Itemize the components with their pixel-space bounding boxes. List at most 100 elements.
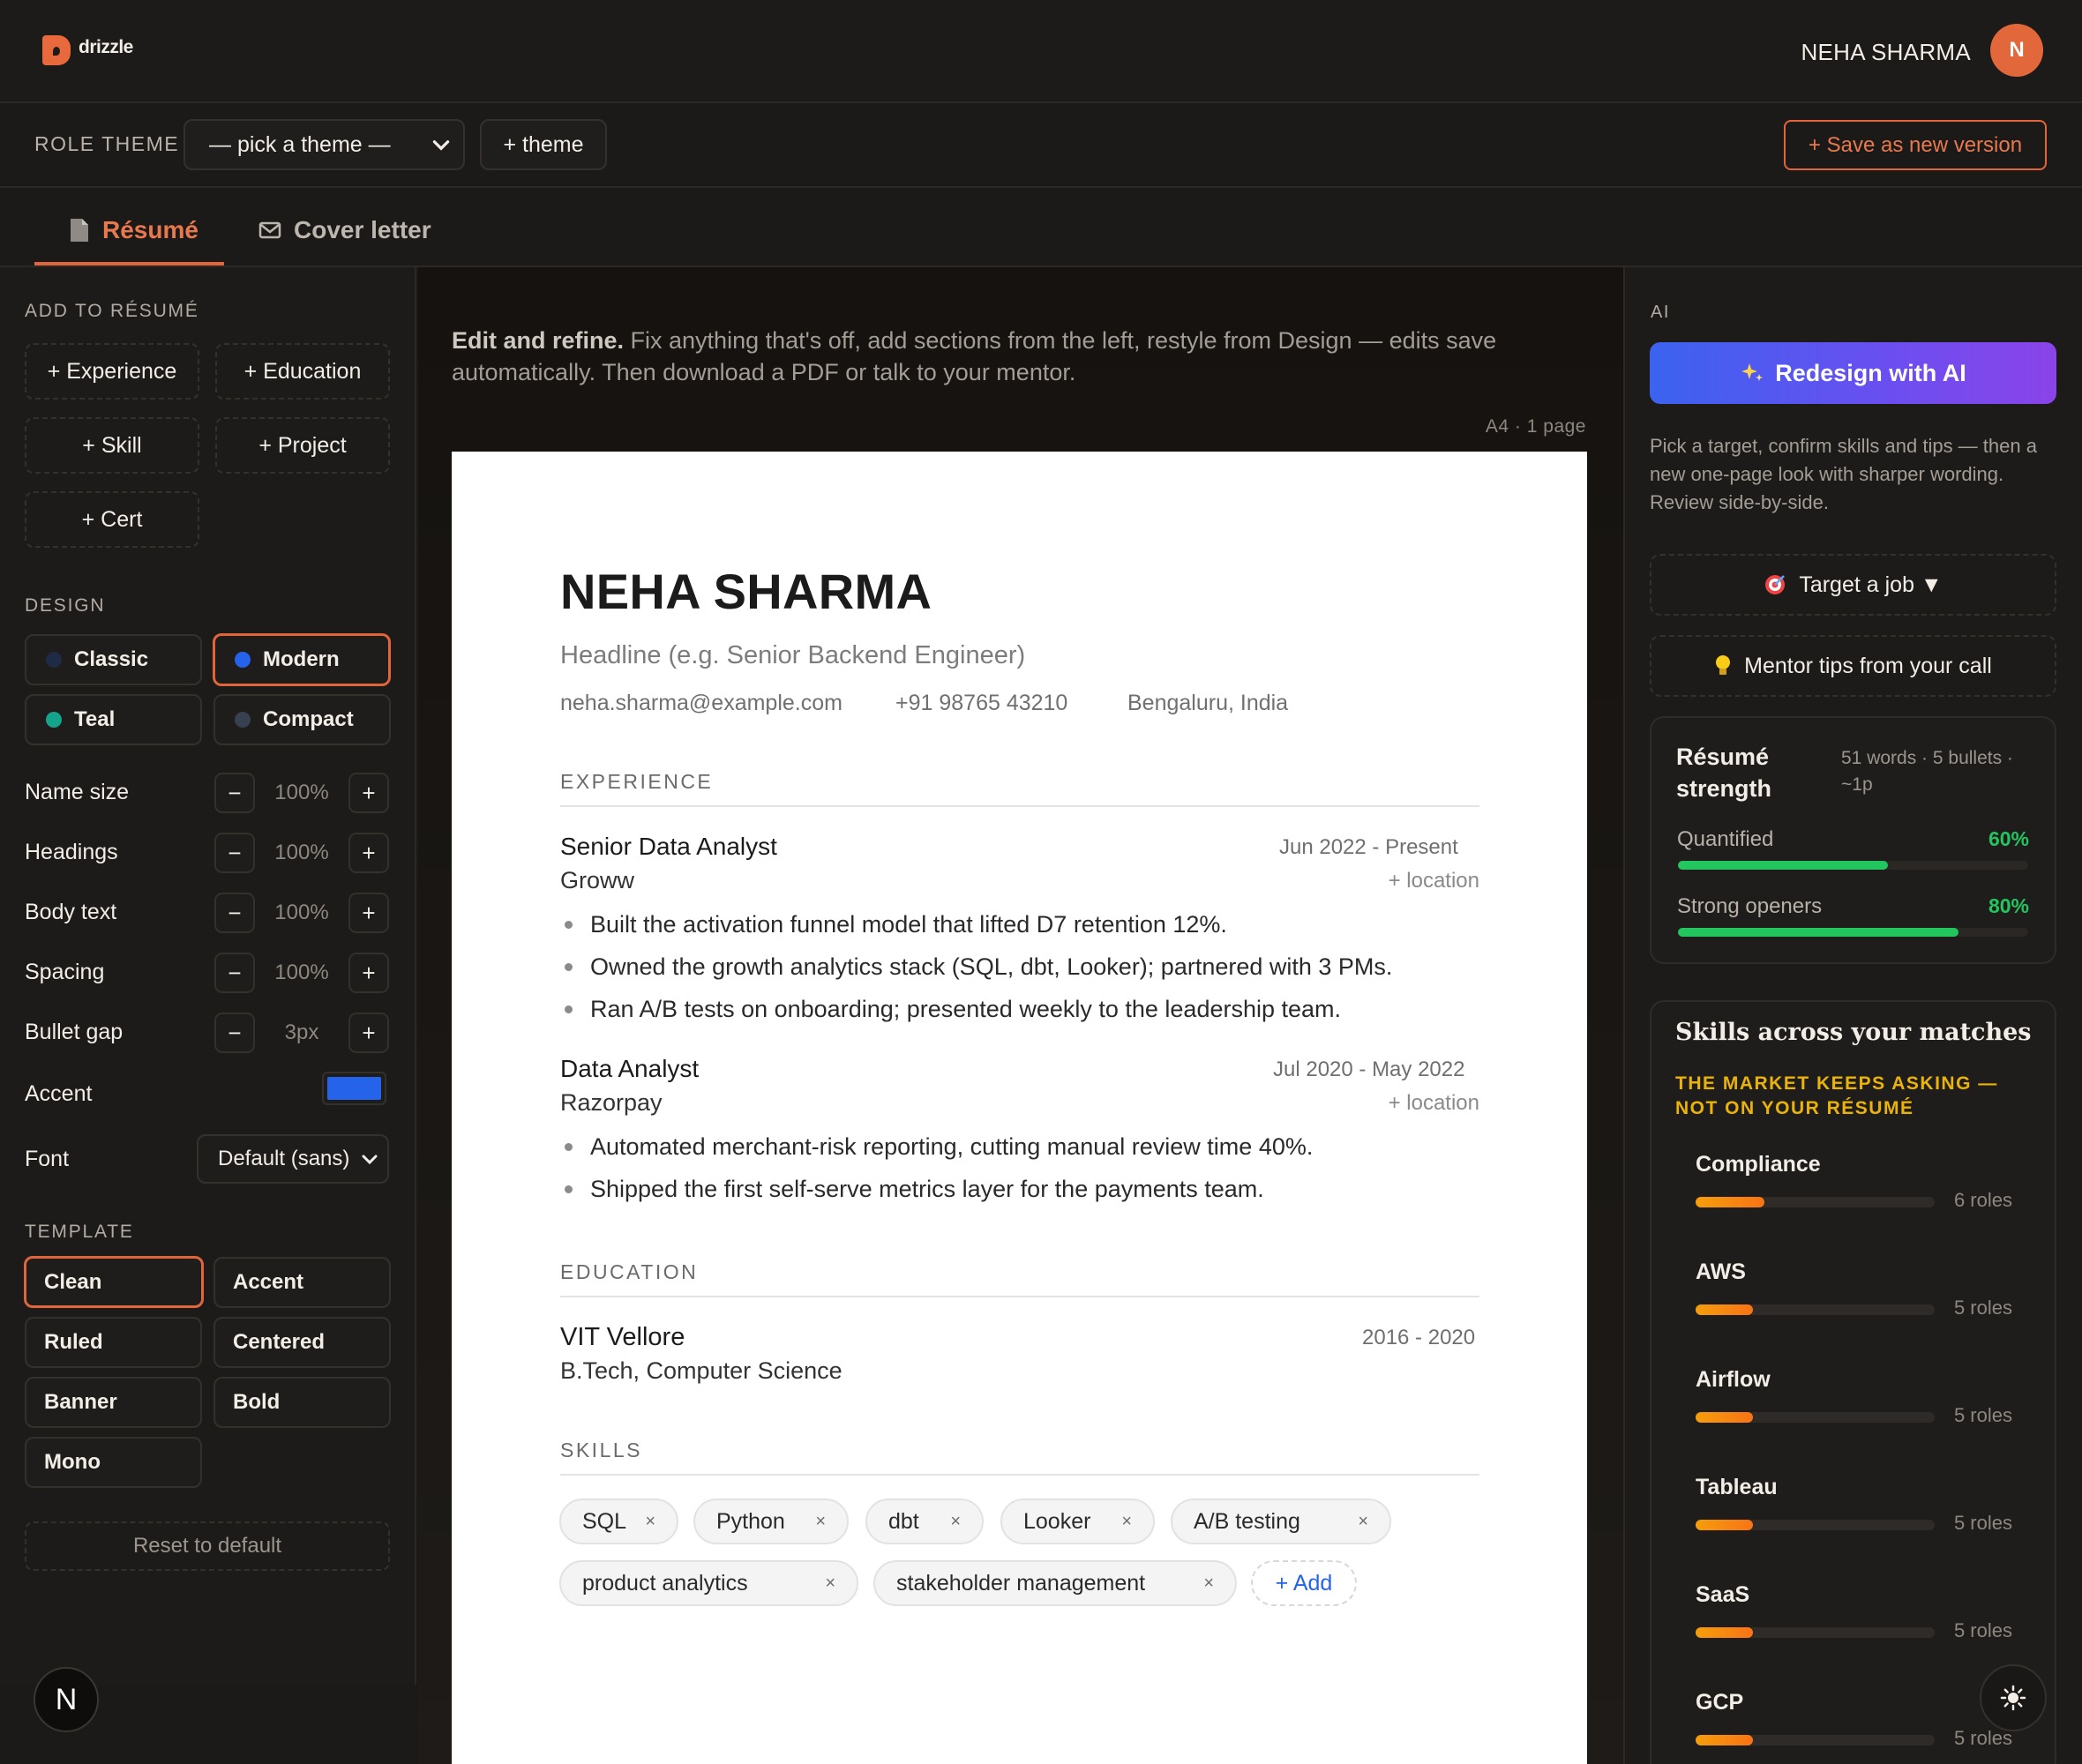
resume-headline-field[interactable]: Headline (e.g. Senior Backend Engineer) bbox=[560, 641, 1025, 670]
skill-gap-bar bbox=[1696, 1735, 1935, 1745]
skill-chip[interactable]: SQL × bbox=[559, 1499, 678, 1544]
brand-name[interactable]: drizzle bbox=[79, 37, 133, 58]
skill-chip[interactable]: stakeholder management × bbox=[873, 1560, 1237, 1606]
template-mono-button[interactable]: Mono bbox=[25, 1437, 202, 1488]
job-role[interactable]: Data Analyst bbox=[560, 1055, 699, 1083]
mail-icon bbox=[258, 221, 281, 239]
close-icon[interactable]: × bbox=[815, 1512, 826, 1532]
template-label: TEMPLATE bbox=[25, 1222, 134, 1242]
theme-toggle-sun-icon[interactable] bbox=[1980, 1664, 2047, 1731]
theme-select[interactable]: — pick a theme — bbox=[183, 119, 465, 170]
job-dates[interactable]: Jul 2020 - May 2022 bbox=[1273, 1058, 1464, 1082]
skill-chip[interactable]: Python × bbox=[693, 1499, 849, 1544]
reset-to-default-button[interactable]: Reset to default bbox=[25, 1521, 390, 1571]
skill-gap-bar bbox=[1696, 1520, 1935, 1530]
body-text-increase-button[interactable]: + bbox=[348, 893, 389, 933]
spacing-value: 100% bbox=[274, 960, 329, 984]
add-to-resume-label: ADD TO RÉSUMÉ bbox=[25, 301, 199, 321]
education-dates[interactable]: 2016 - 2020 bbox=[1362, 1326, 1475, 1350]
template-ruled-button[interactable]: Ruled bbox=[25, 1317, 202, 1368]
close-icon[interactable]: × bbox=[1203, 1573, 1214, 1594]
job-company[interactable]: Razorpay bbox=[560, 1089, 663, 1117]
name-size-increase-button[interactable]: + bbox=[348, 773, 389, 813]
education-school[interactable]: VIT Vellore bbox=[560, 1323, 685, 1352]
job-role[interactable]: Senior Data Analyst bbox=[560, 833, 777, 861]
job-bullet[interactable]: Shipped the first self-serve metrics lay… bbox=[565, 1176, 1264, 1203]
target-job-button[interactable]: Target a job ▼ bbox=[1650, 554, 2056, 616]
close-icon[interactable]: × bbox=[1121, 1512, 1132, 1532]
job-bullet[interactable]: Built the activation funnel model that l… bbox=[565, 911, 1227, 938]
name-size-decrease-button[interactable]: − bbox=[214, 773, 255, 813]
add-experience-button[interactable]: + Experience bbox=[25, 343, 199, 400]
skill-chip-label: dbt bbox=[888, 1508, 919, 1534]
skill-gap-bar bbox=[1696, 1197, 1935, 1207]
job-dates[interactable]: Jun 2022 - Present bbox=[1279, 835, 1458, 860]
redesign-with-ai-button[interactable]: Redesign with AI bbox=[1650, 342, 2056, 404]
job-location-field[interactable]: + location bbox=[1389, 1091, 1479, 1116]
job-bullet[interactable]: Owned the growth analytics stack (SQL, d… bbox=[565, 953, 1392, 981]
skill-gap-bar-fill bbox=[1696, 1412, 1753, 1423]
close-icon[interactable]: × bbox=[1358, 1512, 1368, 1532]
section-divider bbox=[560, 1474, 1479, 1476]
design-teal-button[interactable]: Teal bbox=[25, 694, 202, 745]
template-accent-button[interactable]: Accent bbox=[213, 1257, 391, 1308]
tab-cover-letter[interactable]: Cover letter bbox=[258, 216, 431, 244]
job-location-field[interactable]: + location bbox=[1389, 869, 1479, 893]
skill-chip[interactable]: Looker × bbox=[1000, 1499, 1155, 1544]
skill-chip[interactable]: dbt × bbox=[865, 1499, 984, 1544]
resume-location[interactable]: Bengaluru, India bbox=[1127, 691, 1288, 716]
job-bullet[interactable]: Automated merchant-risk reporting, cutti… bbox=[565, 1133, 1313, 1161]
section-divider bbox=[560, 805, 1479, 807]
resume-email[interactable]: neha.sharma@example.com bbox=[560, 691, 843, 716]
template-centered-button[interactable]: Centered bbox=[213, 1317, 391, 1368]
skill-chip[interactable]: product analytics × bbox=[559, 1560, 858, 1606]
job-bullet[interactable]: Ran A/B tests on onboarding; presented w… bbox=[565, 996, 1341, 1023]
body-text-value: 100% bbox=[274, 901, 329, 924]
design-compact-button[interactable]: Compact bbox=[213, 694, 391, 745]
drizzle-logo-icon[interactable] bbox=[42, 35, 71, 65]
sparkles-icon bbox=[1741, 363, 1764, 381]
sun-icon bbox=[2000, 1685, 2026, 1711]
design-label: DESIGN bbox=[25, 595, 106, 616]
close-icon[interactable]: × bbox=[825, 1573, 835, 1594]
education-degree[interactable]: B.Tech, Computer Science bbox=[560, 1357, 843, 1385]
add-skill-button[interactable]: + Skill bbox=[25, 417, 199, 474]
metric-quantified-value: 60% bbox=[1988, 827, 2029, 850]
add-project-button[interactable]: + Project bbox=[215, 417, 390, 474]
design-modern-button[interactable]: Modern bbox=[213, 633, 391, 686]
bullet-gap-increase-button[interactable]: + bbox=[348, 1013, 389, 1053]
job-company[interactable]: Groww bbox=[560, 867, 634, 894]
tab-resume[interactable]: Résumé bbox=[69, 216, 198, 244]
skill-gap-name: GCP bbox=[1696, 1690, 1744, 1715]
n-badge-button[interactable]: N bbox=[34, 1667, 99, 1732]
spacing-decrease-button[interactable]: − bbox=[214, 953, 255, 993]
skill-gap-bar-fill bbox=[1696, 1197, 1764, 1207]
headings-increase-button[interactable]: + bbox=[348, 833, 389, 873]
add-education-button[interactable]: + Education bbox=[215, 343, 390, 400]
design-classic-button[interactable]: Classic bbox=[25, 634, 202, 685]
font-select[interactable]: Default (sans) bbox=[197, 1134, 389, 1184]
add-skill-chip-button[interactable]: + Add bbox=[1251, 1560, 1357, 1606]
accent-color-picker[interactable] bbox=[322, 1072, 386, 1105]
bullet-text: Ran A/B tests on onboarding; presented w… bbox=[590, 996, 1342, 1022]
resume-phone[interactable]: +91 98765 43210 bbox=[895, 691, 1067, 716]
body-text-decrease-button[interactable]: − bbox=[214, 893, 255, 933]
headings-decrease-button[interactable]: − bbox=[214, 833, 255, 873]
avatar[interactable]: N bbox=[1990, 24, 2043, 77]
template-banner-button[interactable]: Banner bbox=[25, 1377, 202, 1428]
bullet-gap-decrease-button[interactable]: − bbox=[214, 1013, 255, 1053]
mentor-tips-button[interactable]: Mentor tips from your call bbox=[1650, 635, 2056, 697]
chevron-down-icon bbox=[362, 1155, 378, 1165]
skill-chip[interactable]: A/B testing × bbox=[1171, 1499, 1391, 1544]
resume-name[interactable]: NEHA SHARMA bbox=[560, 563, 932, 620]
template-clean-button[interactable]: Clean bbox=[24, 1256, 204, 1308]
add-theme-button[interactable]: + theme bbox=[480, 119, 607, 170]
skill-gap-bar-fill bbox=[1696, 1735, 1753, 1745]
close-icon[interactable]: × bbox=[645, 1512, 655, 1532]
save-new-version-button[interactable]: + Save as new version bbox=[1784, 120, 2047, 170]
add-cert-button[interactable]: + Cert bbox=[25, 491, 199, 548]
template-bold-button[interactable]: Bold bbox=[213, 1377, 391, 1428]
metric-quantified-fill bbox=[1678, 861, 1889, 870]
spacing-increase-button[interactable]: + bbox=[348, 953, 389, 993]
close-icon[interactable]: × bbox=[950, 1512, 961, 1532]
